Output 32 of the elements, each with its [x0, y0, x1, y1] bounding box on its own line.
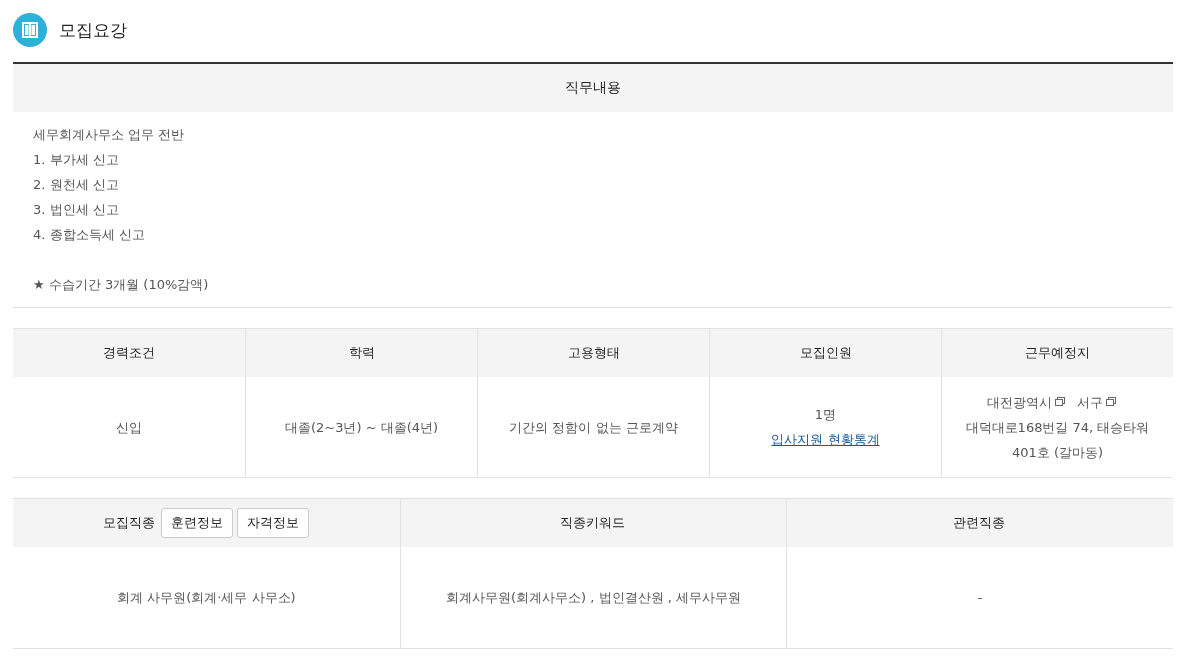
table-header: 고용형태 [477, 329, 709, 377]
info-button[interactable]: 자격정보 [237, 508, 310, 538]
table-cell-text: 회계 사무원(회계·세무 사무소) [117, 589, 296, 607]
duty-text: 1. 부가세 신고 [33, 151, 120, 169]
table-header: 경력조건 [13, 329, 245, 377]
address-link[interactable]: 대전광역시 [987, 394, 1052, 410]
table-header: 관련직종 [953, 514, 1006, 532]
duty-text: 2. 원천세 신고 [33, 176, 120, 194]
stats-link[interactable]: 입사지원 현황통계 [771, 427, 880, 452]
duty-text: 3. 법인세 신고 [33, 201, 120, 219]
popup-icon [1055, 396, 1065, 406]
table-cell-text: 대졸(2~3년) ~ 대졸(4년) [284, 418, 439, 437]
address-text: 대덕대로168번길 74, 태승타워 401호 (갈마동) [964, 418, 1151, 462]
table-header: 모집직종 [103, 514, 156, 532]
table-cell-text: 신입 [116, 418, 142, 437]
duty-text: 4. 종합소득세 신고 [33, 226, 146, 244]
table-header: 근무예정지 [941, 329, 1173, 377]
popup-icon [1106, 396, 1116, 406]
table-header: 모집인원 [709, 329, 941, 377]
duty-text: 세무회계사무소 업무 전반 [33, 126, 186, 144]
table-cell-text: 기간의 정함이 없는 근로계약 [509, 418, 678, 437]
table-cell-text: - [977, 589, 983, 607]
table-cell-text: 회계사무원(회계사무소) , 법인결산원 , 세무사무원 [446, 589, 741, 607]
section-title: 모집요강 [59, 18, 127, 42]
info-button[interactable]: 훈련정보 [161, 508, 234, 538]
duty-text: ★ 수습기간 3개월 (10%감액) [33, 276, 210, 294]
table-header: 직종키워드 [560, 514, 625, 532]
table-header: 학력 [245, 329, 477, 377]
table-cell-text: 1명 [814, 406, 837, 424]
address-link[interactable]: 서구 [1077, 394, 1103, 410]
table-header: 직무내용 [13, 64, 1173, 112]
book-icon [13, 13, 47, 47]
